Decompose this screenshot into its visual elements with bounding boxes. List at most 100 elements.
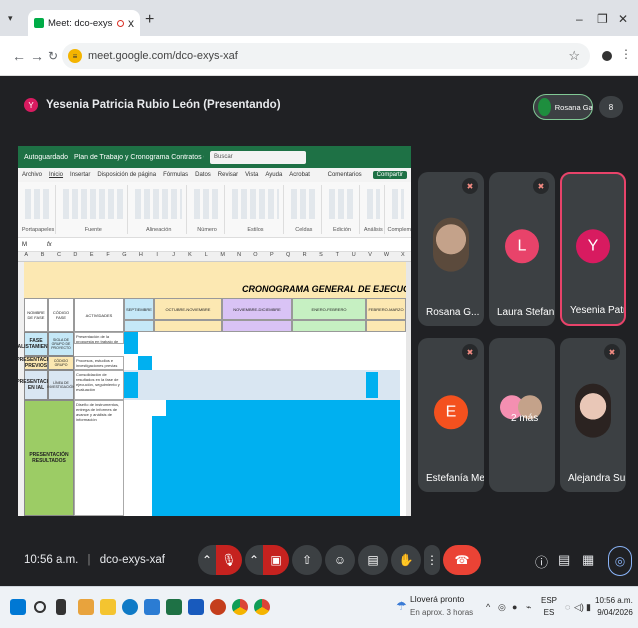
more-participants-badge[interactable]: 8 xyxy=(599,96,623,118)
column-header[interactable]: F xyxy=(100,252,116,261)
participant-tile[interactable]: L ✖ Laura Stefan... xyxy=(489,172,555,326)
ribbon-group[interactable]: Celdas xyxy=(287,185,322,234)
column-header[interactable]: Q xyxy=(280,252,296,261)
column-header[interactable]: S xyxy=(313,252,329,261)
chrome-icon[interactable] xyxy=(232,599,248,615)
column-header[interactable]: W xyxy=(378,252,394,261)
omnibox[interactable]: ≡ meet.google.com/dco-exys-xaf ☆ xyxy=(62,43,590,69)
participant-tile[interactable]: 2 más xyxy=(489,338,555,492)
ribbon-group[interactable]: Número xyxy=(190,185,226,234)
people-icon[interactable]: ▦ xyxy=(582,552,594,568)
participant-tile[interactable]: Y Yesenia Patri... xyxy=(560,172,626,326)
audio-options-button[interactable]: ⌃ xyxy=(198,545,216,575)
tab-close-icon[interactable]: x xyxy=(128,16,134,30)
column-header[interactable]: H xyxy=(133,252,149,261)
column-header[interactable]: O xyxy=(247,252,263,261)
excel-menu-item[interactable]: Acrobat xyxy=(289,172,310,178)
excel-comments-button[interactable]: Comentarios xyxy=(328,172,362,178)
excel-name-box[interactable]: M xyxy=(22,242,27,248)
column-header[interactable]: V xyxy=(362,252,378,261)
excel-menu-item[interactable]: Revisar xyxy=(218,172,238,178)
ribbon-group[interactable]: Estilos xyxy=(228,185,284,234)
column-header[interactable]: U xyxy=(346,252,362,261)
column-header[interactable]: K xyxy=(182,252,198,261)
column-header[interactable]: L xyxy=(198,252,214,261)
column-header[interactable]: N xyxy=(231,252,247,261)
chat-icon[interactable]: ▤ xyxy=(558,552,570,568)
column-header[interactable]: R xyxy=(296,252,312,261)
column-header[interactable]: G xyxy=(116,252,132,261)
captions-button[interactable]: ▤ xyxy=(358,545,388,575)
usb-icon[interactable]: ⌁ xyxy=(526,602,531,613)
office-icon[interactable] xyxy=(210,599,226,615)
raise-hand-button[interactable]: ✋ xyxy=(391,545,421,575)
column-header[interactable]: E xyxy=(84,252,100,261)
excel-menu-item[interactable]: Disposición de página xyxy=(97,172,156,178)
restore-icon[interactable]: ❐ xyxy=(597,12,608,26)
ribbon-group[interactable]: Alineación xyxy=(131,185,188,234)
weather-widget[interactable]: Lloverá pronto En aprox. 3 horas xyxy=(410,593,473,619)
column-header[interactable]: I xyxy=(149,252,165,261)
excel-menu-item[interactable]: Fórmulas xyxy=(163,172,188,178)
ribbon-group[interactable]: Portapapeles xyxy=(21,185,57,234)
participant-tile[interactable]: ✖ Alejandra Su... xyxy=(560,338,626,492)
column-header[interactable]: C xyxy=(51,252,67,261)
column-header[interactable]: J xyxy=(165,252,181,261)
video-options-button[interactable]: ⌃ xyxy=(245,545,263,575)
tray-chevron-icon[interactable]: ^ xyxy=(486,602,490,612)
column-header[interactable]: B xyxy=(34,252,50,261)
ribbon-group[interactable]: Complementos xyxy=(388,185,411,234)
column-header[interactable]: P xyxy=(264,252,280,261)
word-icon[interactable] xyxy=(188,599,204,615)
column-header[interactable]: X xyxy=(395,252,411,261)
search-icon[interactable] xyxy=(34,601,46,613)
language-indicator[interactable]: ESP ES xyxy=(541,595,557,619)
ribbon-group[interactable]: Fuente xyxy=(59,185,129,234)
start-icon[interactable] xyxy=(10,599,26,615)
excel-share-button[interactable]: Compartir xyxy=(372,171,407,179)
excel-menu-item[interactable]: Vista xyxy=(245,172,258,178)
column-header[interactable]: D xyxy=(67,252,83,261)
battery-icon[interactable]: ▮ xyxy=(586,602,591,613)
back-icon[interactable]: ← xyxy=(12,48,26,64)
reload-icon[interactable]: ↻ xyxy=(48,49,58,63)
excel-menu-item[interactable]: Datos xyxy=(195,172,211,178)
activities-icon[interactable]: ◎ xyxy=(608,546,632,576)
window-close-icon[interactable]: ✕ xyxy=(618,12,628,26)
task-view-icon[interactable] xyxy=(56,599,66,615)
store-icon[interactable] xyxy=(144,599,160,615)
participant-tile[interactable]: E ✖ Estefanía Me... xyxy=(418,338,484,492)
tray-app-icon[interactable]: ● xyxy=(512,602,517,612)
chrome-profile-icon[interactable] xyxy=(254,599,270,615)
edge-icon[interactable] xyxy=(122,599,138,615)
folder-icon[interactable] xyxy=(100,599,116,615)
column-header[interactable]: M xyxy=(215,252,231,261)
mic-off-button[interactable]: 🎙 xyxy=(216,545,242,575)
excel-search-box[interactable]: Buscar xyxy=(209,150,306,164)
present-button[interactable]: ⇧ xyxy=(292,545,322,575)
wifi-icon[interactable]: ◌ xyxy=(565,602,570,612)
system-clock[interactable]: 10:56 a.m. 9/04/2026 xyxy=(595,595,633,619)
more-options-button[interactable]: ⋮ xyxy=(424,545,440,575)
new-tab-button[interactable]: + xyxy=(145,11,154,29)
bookmark-star-icon[interactable]: ☆ xyxy=(568,48,580,64)
sheet-scrollbar[interactable] xyxy=(406,262,411,516)
browser-tab[interactable]: Meet: dco-exys-xaf x xyxy=(28,10,140,36)
participant-tile[interactable]: ✖ Rosana G... xyxy=(418,172,484,326)
forward-icon[interactable]: → xyxy=(30,48,44,64)
file-explorer-icon[interactable] xyxy=(78,599,94,615)
volume-icon[interactable]: ◁) xyxy=(574,602,584,613)
excel-menu-item[interactable]: Archivo xyxy=(22,172,42,178)
excel-formula-bar[interactable]: M fx xyxy=(18,238,411,252)
ribbon-group[interactable]: Edición xyxy=(325,185,361,234)
ribbon-group[interactable]: Análisis xyxy=(363,185,385,234)
column-header[interactable]: T xyxy=(329,252,345,261)
meeting-details-icon[interactable]: ⓘ xyxy=(535,552,548,571)
excel-menu-item[interactable]: Ayuda xyxy=(265,172,282,178)
camera-off-button[interactable]: ▣ xyxy=(263,545,289,575)
excel-icon[interactable] xyxy=(166,599,182,615)
browser-menu-icon[interactable]: ⋮ xyxy=(620,47,632,61)
excel-menu-item[interactable]: Insertar xyxy=(70,172,90,178)
emoji-button[interactable]: ☺ xyxy=(325,545,355,575)
column-header[interactable]: A xyxy=(18,252,34,261)
